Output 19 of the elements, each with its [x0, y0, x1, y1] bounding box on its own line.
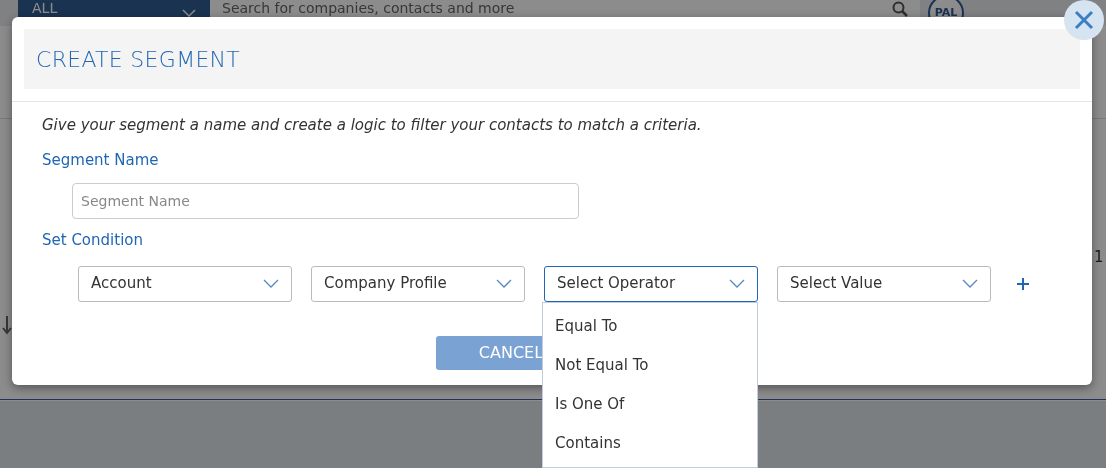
select-dropdown[interactable]: Account	[78, 265, 292, 302]
select-dropdown[interactable]: Select Value	[777, 265, 991, 302]
modal-title: CREATE SEGMENT	[36, 45, 241, 74]
select-dropdown[interactable]: Company Profile	[311, 265, 525, 302]
chevron-down-icon	[729, 279, 745, 288]
chevron-down-icon	[263, 279, 279, 288]
chevron-down-icon	[962, 279, 978, 288]
field-label: Segment Name	[42, 149, 160, 171]
search-icon	[892, 1, 908, 17]
dropdown-item[interactable]: Is One Of	[543, 384, 757, 424]
chevron-down-icon	[496, 279, 512, 288]
field-label: Set Condition	[42, 230, 144, 251]
description-text: Give your segment a name and create a logic to filter your contacts to match a criteria.	[42, 115, 703, 136]
close-icon	[1074, 10, 1094, 30]
plus-icon[interactable]	[1016, 276, 1030, 291]
dropdown-item[interactable]: Contains	[543, 423, 757, 463]
segment-name-field[interactable]: Segment Name	[72, 183, 579, 219]
table-cell-text: 1	[1094, 247, 1104, 268]
sort-icon	[2, 315, 12, 335]
